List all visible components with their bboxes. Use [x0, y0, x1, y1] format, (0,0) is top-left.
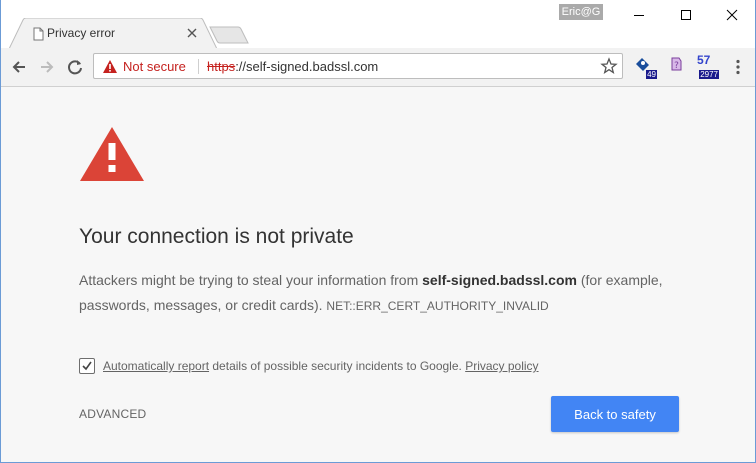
checkmark-icon — [82, 361, 92, 371]
profile-button[interactable]: Eric@G — [559, 4, 603, 20]
site-host: self-signed.badssl.com — [422, 272, 577, 288]
extension-button-2[interactable]: ? — [667, 55, 687, 79]
arrow-right-icon[interactable] — [37, 57, 57, 77]
error-description: Attackers might be trying to steal your … — [79, 268, 669, 319]
url-text[interactable]: https://self-signed.badssl.com — [207, 59, 378, 74]
report-checkbox[interactable] — [79, 358, 95, 374]
close-icon[interactable] — [185, 26, 199, 40]
security-chip[interactable]: Not secure — [123, 59, 186, 74]
report-text: details of possible security incidents t… — [209, 359, 466, 373]
warning-icon[interactable] — [102, 59, 118, 74]
warning-triangle-icon — [80, 127, 144, 181]
browser-window: Privacy error Eric@G Not secure https://… — [0, 0, 756, 463]
url-host: ://self-signed.badssl.com — [235, 59, 379, 74]
toolbar: Not secure https://self-signed.badssl.co… — [1, 48, 755, 87]
automatically-report-link[interactable]: Automatically report — [103, 359, 209, 373]
minimize-icon — [634, 15, 644, 16]
error-code: NET::ERR_CERT_AUTHORITY_INVALID — [326, 299, 549, 313]
privacy-policy-link[interactable]: Privacy policy — [465, 359, 538, 373]
back-to-safety-button[interactable]: Back to safety — [551, 396, 679, 432]
close-window-button[interactable] — [709, 0, 755, 30]
page-heading: Your connection is not private — [79, 225, 354, 248]
reload-icon[interactable] — [65, 57, 85, 77]
advanced-button[interactable]: ADVANCED — [79, 407, 146, 421]
description-text: Attackers might be trying to steal your … — [79, 272, 423, 288]
maximize-icon — [681, 10, 691, 20]
svg-text:?: ? — [674, 61, 679, 71]
interstitial-page: Your connection is not private Attackers… — [1, 87, 755, 462]
maximize-button[interactable] — [663, 0, 709, 30]
extension-badge: 49 — [646, 70, 657, 79]
extension-button-3[interactable]: 57 2977 — [695, 53, 719, 79]
page-icon — [33, 27, 44, 41]
new-tab-button[interactable] — [208, 26, 250, 44]
star-icon[interactable] — [600, 57, 618, 75]
omnibox-divider — [198, 59, 199, 74]
omnibox[interactable]: Not secure https://self-signed.badssl.co… — [93, 53, 623, 79]
url-scheme: https — [207, 59, 236, 74]
extension-badge: 2977 — [699, 70, 719, 79]
extension-count: 57 — [697, 53, 711, 67]
close-window-icon — [726, 9, 738, 21]
tab-title: Privacy error — [47, 26, 116, 40]
report-label: Automatically report details of possible… — [103, 359, 539, 373]
extension-icon: ? — [671, 57, 682, 71]
title-bar: Privacy error Eric@G — [1, 0, 755, 49]
kebab-menu-icon[interactable] — [731, 59, 745, 75]
extension-button-1[interactable]: 49 — [633, 55, 657, 79]
arrow-left-icon[interactable] — [9, 57, 29, 77]
minimize-button[interactable] — [616, 0, 662, 30]
